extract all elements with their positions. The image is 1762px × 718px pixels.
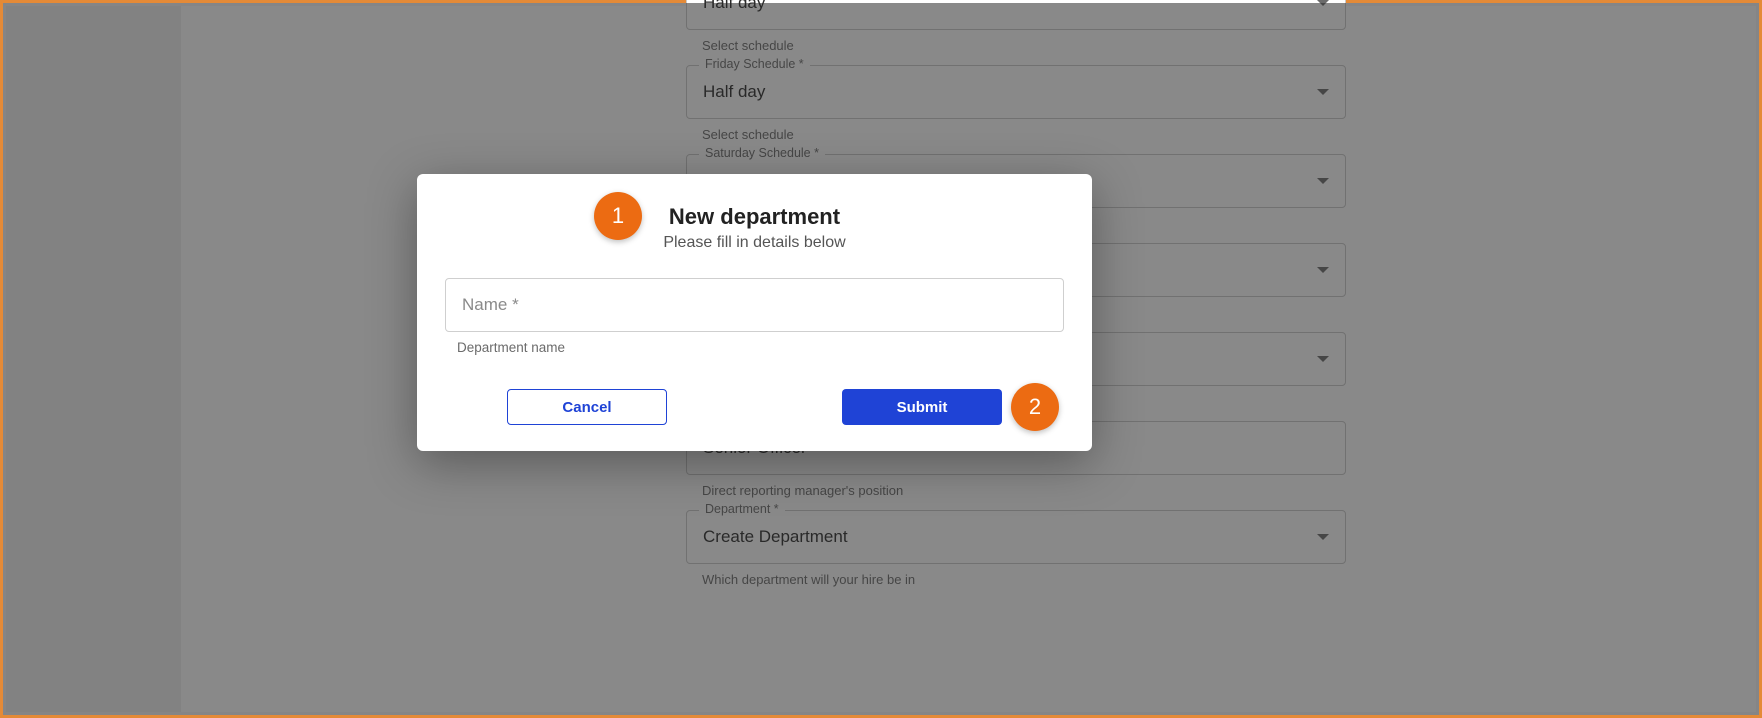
annotation-badge-2-text: 2	[1029, 394, 1041, 420]
annotation-badge-1-text: 1	[612, 203, 624, 229]
submit-button-label: Submit	[897, 399, 948, 416]
modal-subtitle: Please fill in details below	[445, 234, 1064, 252]
cancel-button-label: Cancel	[562, 399, 611, 416]
department-name-input[interactable]	[445, 278, 1064, 332]
annotation-badge-1: 1	[594, 192, 642, 240]
cancel-button[interactable]: Cancel	[507, 389, 667, 425]
new-department-modal: New department Please fill in details be…	[417, 174, 1092, 451]
modal-title: New department	[445, 204, 1064, 230]
modal-actions: Cancel Submit	[445, 389, 1064, 425]
submit-button[interactable]: Submit	[842, 389, 1002, 425]
annotation-badge-2: 2	[1011, 383, 1059, 431]
modal-header: New department Please fill in details be…	[445, 204, 1064, 252]
department-name-field: Department name	[445, 278, 1064, 355]
department-name-helper: Department name	[457, 340, 1064, 355]
page-frame: Half day Select schedule Friday Schedule…	[0, 0, 1762, 718]
